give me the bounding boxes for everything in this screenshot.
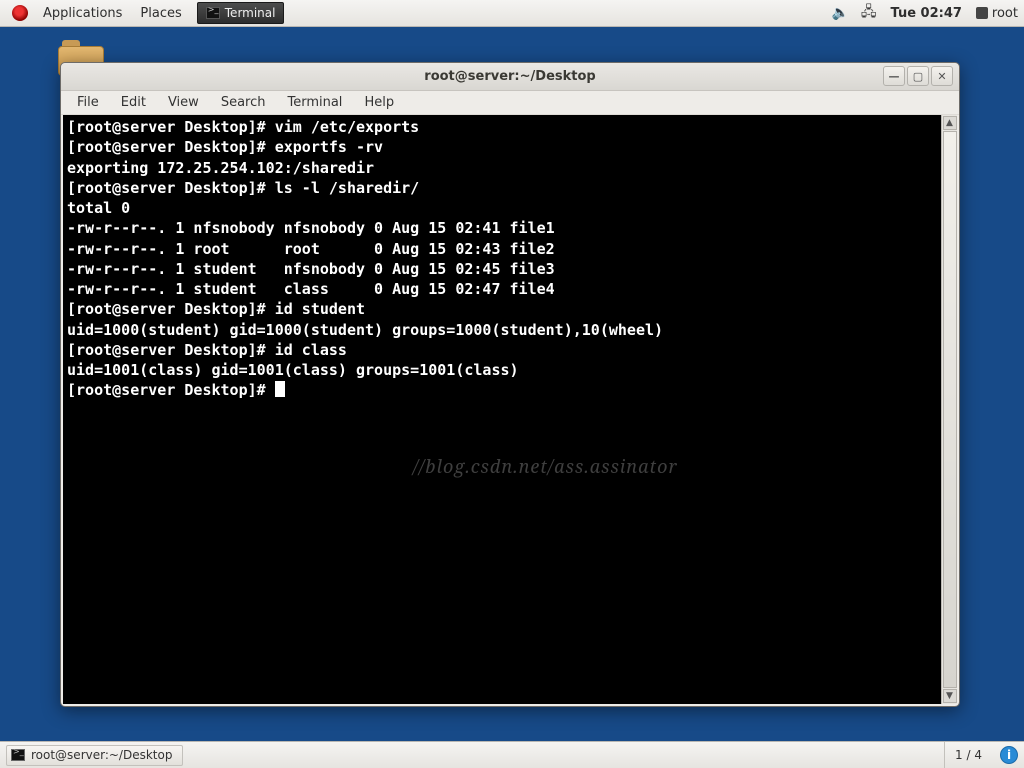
applications-menu[interactable]: Applications <box>34 6 131 21</box>
terminal-icon <box>206 7 220 19</box>
terminal-window: root@server:~/Desktop — ▢ ✕ File Edit Vi… <box>60 62 960 707</box>
terminal-menubar: File Edit View Search Terminal Help <box>61 91 959 115</box>
user-menu[interactable]: root <box>976 6 1018 21</box>
clock[interactable]: Tue 02:47 <box>891 6 962 21</box>
scroll-down-icon[interactable]: ▼ <box>943 689 957 703</box>
scroll-thumb[interactable] <box>943 131 957 688</box>
window-maximize-button[interactable]: ▢ <box>907 66 929 86</box>
menu-terminal[interactable]: Terminal <box>277 93 352 112</box>
terminal-icon <box>11 749 25 761</box>
window-close-button[interactable]: ✕ <box>931 66 953 86</box>
places-menu[interactable]: Places <box>131 6 190 21</box>
terminal-output[interactable]: [root@server Desktop]# vim /etc/exports … <box>63 115 941 704</box>
network-icon[interactable]: 🖧 <box>861 1 877 25</box>
bottom-panel: root@server:~/Desktop 1 / 4 i <box>0 741 1024 768</box>
menu-search[interactable]: Search <box>211 93 276 112</box>
power-icon <box>976 7 988 19</box>
terminal-scrollbar[interactable]: ▲ ▼ <box>941 115 957 704</box>
scroll-up-icon[interactable]: ▲ <box>943 116 957 130</box>
menu-edit[interactable]: Edit <box>111 93 156 112</box>
distro-logo-icon <box>12 5 28 21</box>
user-label: root <box>992 6 1018 21</box>
top-panel: Applications Places Terminal 🔈 🖧 Tue 02:… <box>0 0 1024 27</box>
window-minimize-button[interactable]: — <box>883 66 905 86</box>
menu-file[interactable]: File <box>67 93 109 112</box>
taskbar-terminal-label: Terminal <box>225 6 276 20</box>
menu-view[interactable]: View <box>158 93 209 112</box>
terminal-area[interactable]: [root@server Desktop]# vim /etc/exports … <box>63 115 957 704</box>
workspace-indicator[interactable]: 1 / 4 <box>944 742 992 768</box>
bottom-task-button[interactable]: root@server:~/Desktop <box>6 745 183 766</box>
window-title: root@server:~/Desktop <box>424 69 595 84</box>
bottom-task-label: root@server:~/Desktop <box>31 748 172 762</box>
taskbar-terminal-button[interactable]: Terminal <box>197 2 285 24</box>
menu-help[interactable]: Help <box>354 93 404 112</box>
volume-icon[interactable]: 🔈 <box>831 5 848 21</box>
info-icon[interactable]: i <box>1000 746 1018 764</box>
window-titlebar[interactable]: root@server:~/Desktop — ▢ ✕ <box>61 63 959 91</box>
